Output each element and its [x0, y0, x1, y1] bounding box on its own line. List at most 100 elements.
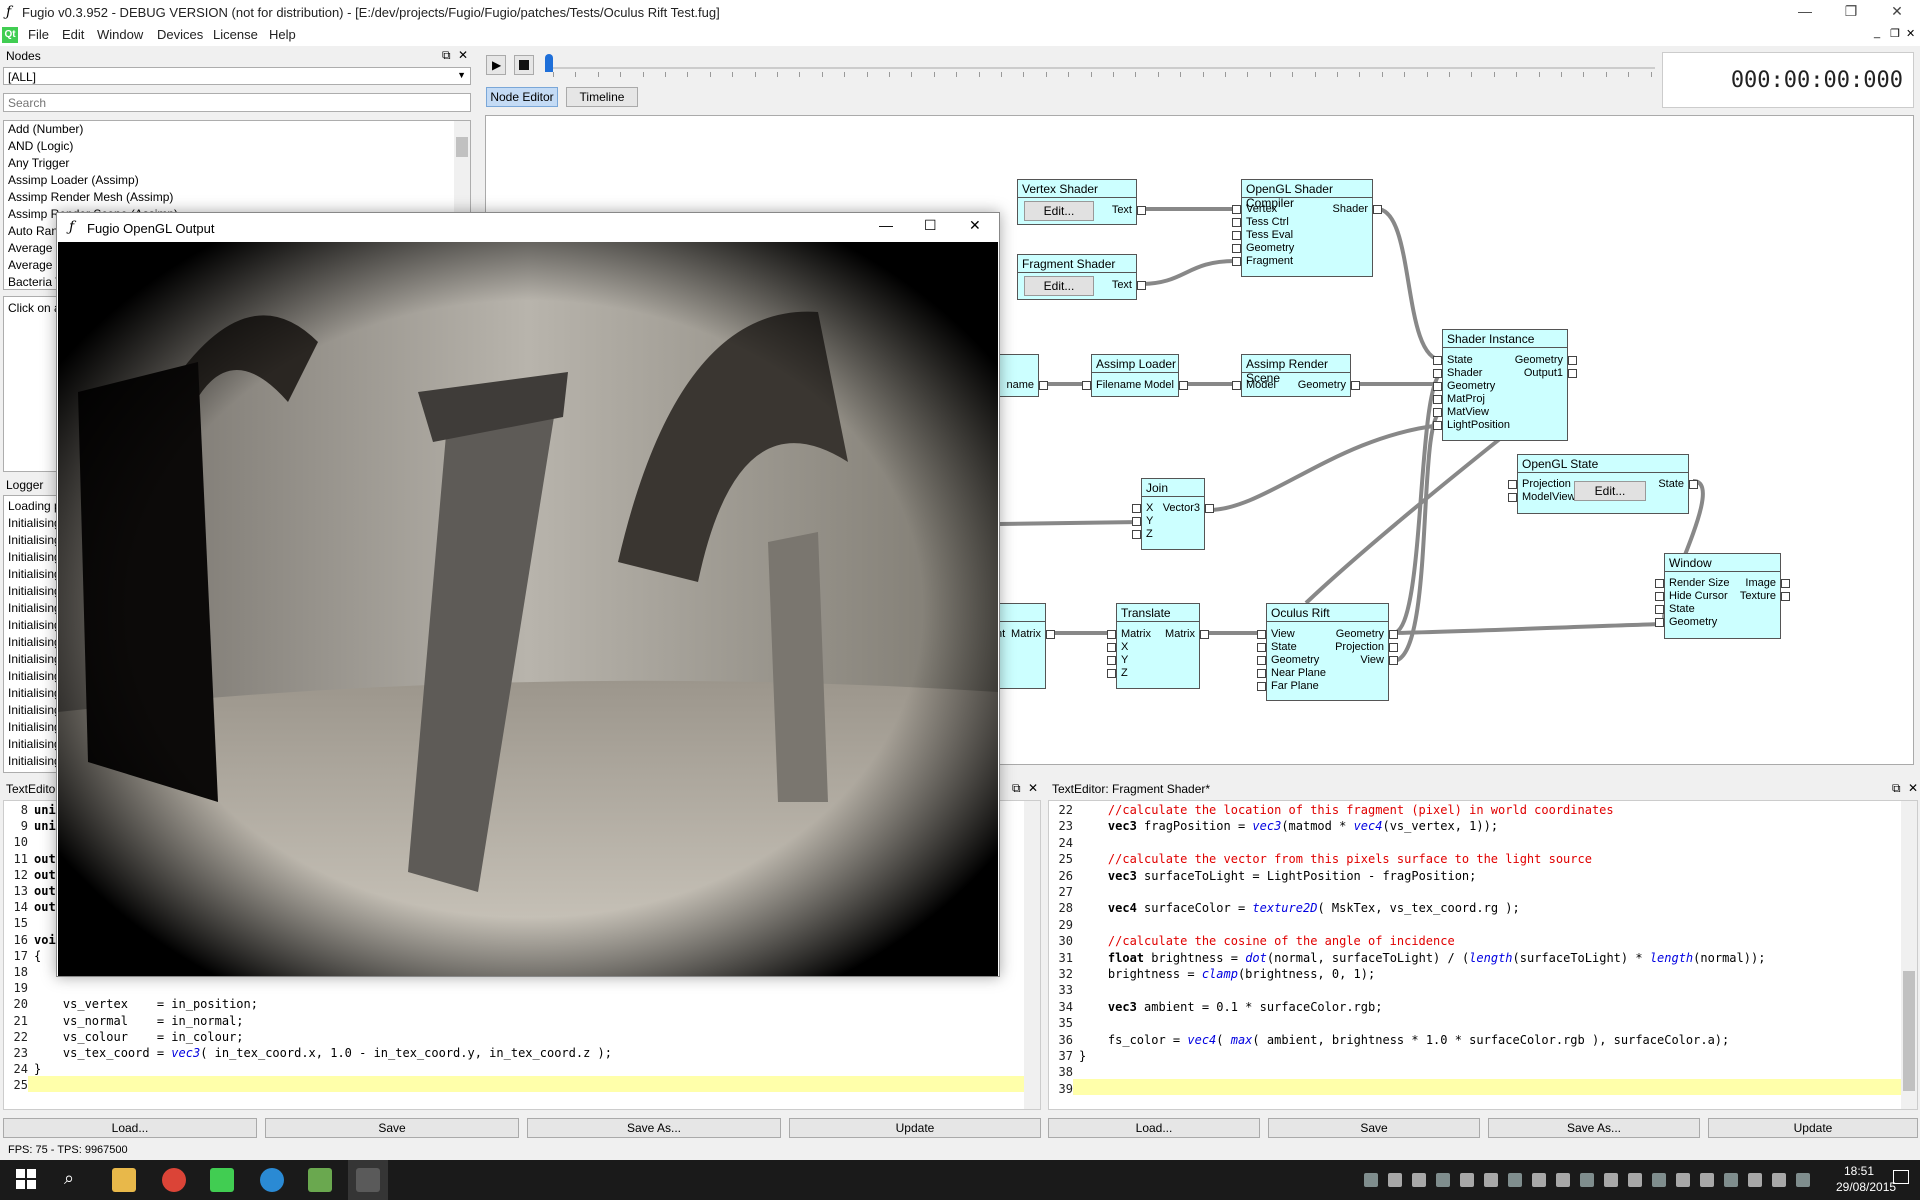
input-port[interactable] — [1433, 382, 1442, 391]
input-port[interactable] — [1655, 592, 1664, 601]
node-shader-instance[interactable]: Shader Instance State Shader Geometry Ma… — [1433, 329, 1577, 441]
app-tray-icon[interactable] — [1652, 1173, 1666, 1187]
left-save-button[interactable]: Save — [265, 1118, 519, 1138]
app-tray-icon[interactable] — [1508, 1173, 1522, 1187]
node-assimp-loader[interactable]: Assimp Loader Filename Model — [1082, 354, 1188, 397]
app-tray-icon[interactable] — [1724, 1173, 1738, 1187]
output-port[interactable] — [1389, 643, 1398, 652]
maximize-icon[interactable]: ☐ — [924, 217, 937, 234]
file-explorer-icon[interactable] — [112, 1168, 136, 1192]
tab-node-editor[interactable]: Node Editor — [486, 87, 558, 107]
list-item[interactable]: Any Trigger — [4, 155, 470, 172]
input-port[interactable] — [1655, 618, 1664, 627]
input-port[interactable] — [1107, 643, 1116, 652]
right-load-button[interactable]: Load... — [1048, 1118, 1260, 1138]
menu-devices[interactable]: Devices — [157, 27, 203, 42]
opengl-output-window[interactable]: ƒ Fugio OpenGL Output — ☐ ✕ — [56, 212, 1000, 977]
app-tray-icon[interactable] — [1796, 1173, 1810, 1187]
edit-button[interactable]: Edit... — [1024, 276, 1094, 296]
menu-edit[interactable]: Edit — [62, 27, 84, 42]
input-port[interactable] — [1232, 257, 1241, 266]
app-tray-icon[interactable] — [1604, 1173, 1618, 1187]
app-icon[interactable] — [260, 1168, 284, 1192]
tab-timeline[interactable]: Timeline — [566, 87, 638, 107]
input-port[interactable] — [1433, 421, 1442, 430]
input-port[interactable] — [1433, 408, 1442, 417]
mdi-restore-icon[interactable]: ❐ — [1890, 27, 1900, 40]
input-port[interactable] — [1257, 656, 1266, 665]
menu-license[interactable]: License — [213, 27, 258, 42]
app-tray-icon[interactable] — [1676, 1173, 1690, 1187]
app-tray-icon[interactable] — [1556, 1173, 1570, 1187]
chrome-icon[interactable] — [162, 1168, 186, 1192]
output-port[interactable] — [1205, 504, 1214, 513]
list-item[interactable]: Add (Number) — [4, 121, 470, 138]
input-port[interactable] — [1107, 669, 1116, 678]
output-port[interactable] — [1568, 356, 1577, 365]
input-port[interactable] — [1232, 244, 1241, 253]
input-port[interactable] — [1132, 504, 1141, 513]
output-port[interactable] — [1781, 592, 1790, 601]
right-code-editor[interactable]: 22 //calculate the location of this frag… — [1048, 800, 1918, 1110]
network-icon[interactable] — [1412, 1173, 1426, 1187]
input-port[interactable] — [1257, 682, 1266, 691]
app-tray-icon[interactable] — [1772, 1173, 1786, 1187]
node-assimp-render-scene[interactable]: Assimp Render Scene Model Geometry — [1232, 354, 1360, 397]
input-port[interactable] — [1232, 218, 1241, 227]
output-port[interactable] — [1389, 656, 1398, 665]
output-port[interactable] — [1373, 205, 1382, 214]
node-fragment-shader[interactable]: Fragment Shader Edit... Text — [1017, 254, 1146, 300]
notifications-icon[interactable] — [1893, 1170, 1909, 1184]
node-opengl-state[interactable]: OpenGL State Projection ModelView Edit..… — [1508, 454, 1698, 514]
node-oculus-rift[interactable]: Oculus Rift View State Geometry Near Pla… — [1257, 603, 1398, 701]
input-port[interactable] — [1433, 395, 1442, 404]
list-item[interactable]: Assimp Loader (Assimp) — [4, 172, 470, 189]
node-vertex-shader[interactable]: Vertex Shader Edit... Text — [1017, 179, 1146, 225]
play-button[interactable]: ▶ — [486, 55, 506, 75]
output-port[interactable] — [1568, 369, 1577, 378]
input-port[interactable] — [1232, 231, 1241, 240]
left-update-button[interactable]: Update — [789, 1118, 1041, 1138]
scrollbar[interactable] — [1024, 801, 1040, 1109]
input-port[interactable] — [1132, 530, 1141, 539]
input-port[interactable] — [1508, 493, 1517, 502]
close-icon[interactable]: ✕ — [1874, 0, 1920, 24]
input-port[interactable] — [1655, 579, 1664, 588]
output-port[interactable] — [1039, 381, 1048, 390]
edit-button[interactable]: Edit... — [1024, 201, 1094, 221]
scrollbar[interactable] — [1901, 801, 1917, 1109]
left-save-as-button[interactable]: Save As... — [527, 1118, 781, 1138]
editor-icon[interactable] — [308, 1168, 332, 1192]
keyboard-icon[interactable] — [1460, 1173, 1474, 1187]
minimize-icon[interactable]: — — [1782, 0, 1828, 24]
output-port[interactable] — [1137, 281, 1146, 290]
output-port[interactable] — [1046, 630, 1055, 639]
node-join[interactable]: Join X Y Z Vector3 — [1132, 478, 1214, 550]
output-port[interactable] — [1137, 206, 1146, 215]
right-save-as-button[interactable]: Save As... — [1488, 1118, 1700, 1138]
input-port[interactable] — [1257, 630, 1266, 639]
float-icon[interactable]: ⧉ — [1012, 781, 1021, 796]
input-port[interactable] — [1232, 381, 1241, 390]
mdi-close-icon[interactable]: ✕ — [1906, 27, 1915, 40]
node-filename[interactable]: name — [996, 354, 1048, 397]
close-icon[interactable]: ✕ — [1908, 781, 1918, 795]
node-search-input[interactable] — [3, 93, 471, 112]
input-port[interactable] — [1082, 381, 1091, 390]
node-shader-compiler[interactable]: OpenGL Shader Compiler Vertex Tess Ctrl … — [1232, 179, 1382, 277]
rendered-scene-view[interactable] — [58, 242, 998, 976]
input-port[interactable] — [1232, 205, 1241, 214]
output-port[interactable] — [1351, 381, 1360, 390]
slider-handle[interactable] — [545, 54, 553, 72]
output-port[interactable] — [1389, 630, 1398, 639]
cloud-icon[interactable] — [1388, 1173, 1402, 1187]
node-matrix[interactable]: nt Matrix — [996, 603, 1055, 689]
app-tray-icon[interactable] — [1700, 1173, 1714, 1187]
input-port[interactable] — [1107, 656, 1116, 665]
input-port[interactable] — [1257, 643, 1266, 652]
stop-button[interactable] — [514, 55, 534, 75]
qt-creator-icon[interactable] — [210, 1168, 234, 1192]
scrollbar-thumb[interactable] — [1903, 971, 1915, 1091]
close-icon[interactable]: ✕ — [458, 48, 468, 62]
float-icon[interactable]: ⧉ — [1892, 781, 1901, 796]
